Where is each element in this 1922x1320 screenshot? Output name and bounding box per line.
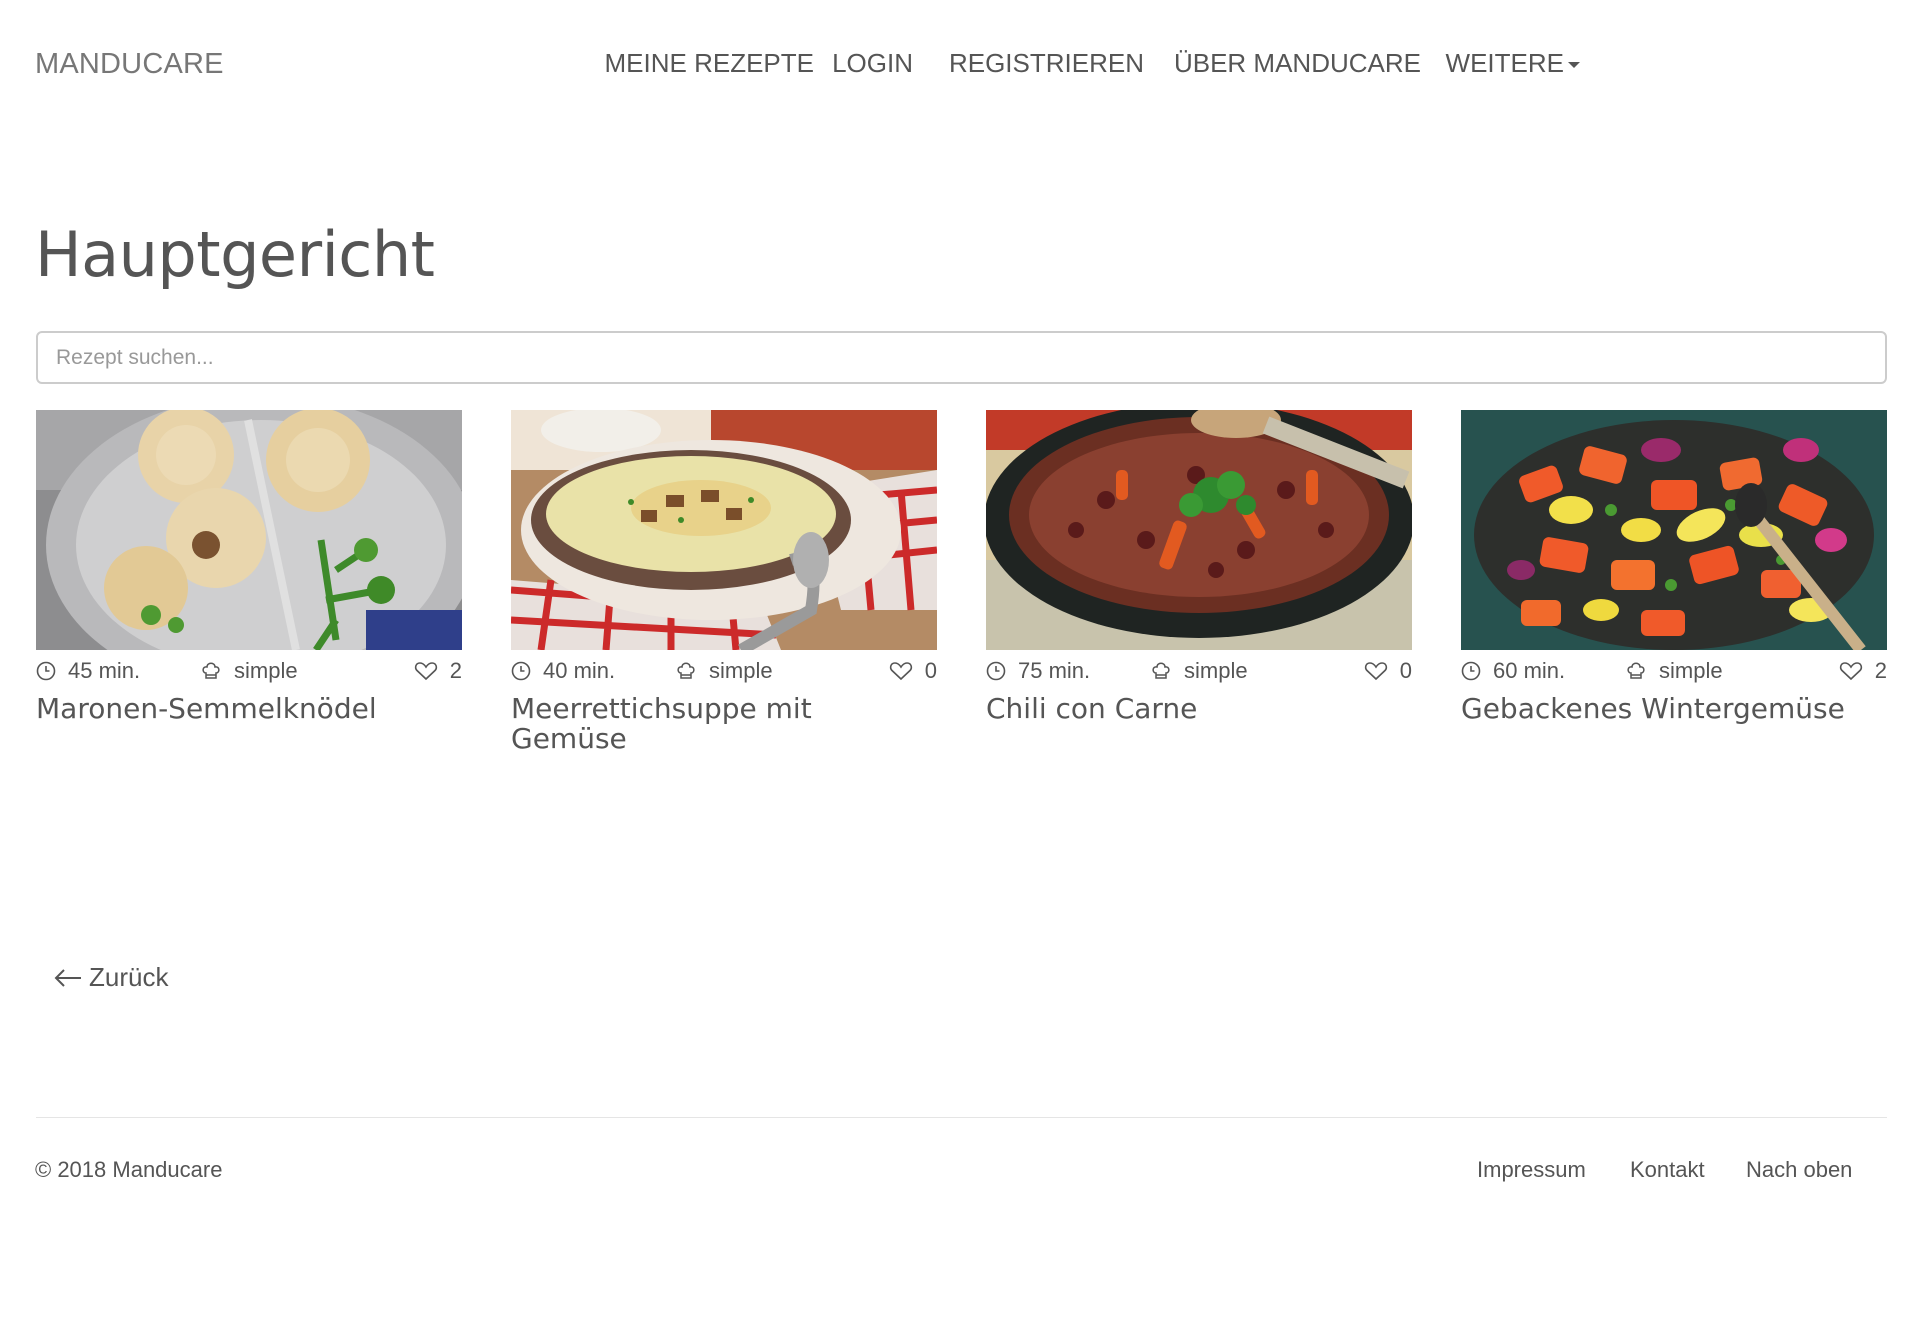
prep-time: 40 min.: [543, 658, 616, 683]
caret-down-icon: [1568, 62, 1580, 69]
recipe-meta: 40 min. simple 0: [511, 658, 937, 692]
like-count: 0: [1399, 658, 1412, 683]
difficulty: simple: [234, 658, 298, 683]
page-title: Hauptgericht: [35, 218, 435, 291]
back-link[interactable]: Zurück: [53, 962, 168, 993]
prep-time: 60 min.: [1493, 658, 1566, 683]
nav-my-recipes[interactable]: MEINE REZEPTE: [605, 48, 814, 79]
recipe-image-chili[interactable]: [986, 410, 1412, 650]
clock-icon: [1461, 661, 1481, 681]
recipe-title[interactable]: Maronen-Semmelknödel: [36, 694, 456, 724]
difficulty: simple: [709, 658, 773, 683]
recipe-meta: 60 min. simple 2: [1461, 658, 1887, 692]
chef-hat-icon: [202, 662, 220, 679]
back-label: Zurück: [89, 962, 169, 992]
recipe-meta: 45 min. simple 2: [36, 658, 462, 692]
footer-link-back-to-top[interactable]: Nach oben: [1746, 1157, 1852, 1183]
recipe-card[interactable]: 60 min. simple 2 Gebackenes Wintergemüse: [1461, 410, 1887, 724]
recipe-title[interactable]: Meerrettichsuppe mit Gemüse: [511, 694, 931, 754]
heart-icon[interactable]: [1364, 661, 1388, 681]
prep-time: 45 min.: [68, 658, 141, 683]
difficulty: simple: [1184, 658, 1248, 683]
nav-about[interactable]: ÜBER MANDUCARE: [1174, 48, 1421, 79]
footer-divider: [36, 1117, 1887, 1118]
recipe-image-dumplings[interactable]: [36, 410, 462, 650]
prep-time: 75 min.: [1018, 658, 1091, 683]
recipe-title[interactable]: Gebackenes Wintergemüse: [1461, 694, 1881, 724]
like-count: 0: [924, 658, 937, 683]
nav-more-dropdown[interactable]: WEITERE: [1446, 48, 1580, 79]
difficulty: simple: [1659, 658, 1723, 683]
copyright: © 2018 Manducare: [35, 1157, 223, 1182]
footer-link-impressum[interactable]: Impressum: [1477, 1157, 1586, 1183]
heart-icon[interactable]: [1839, 661, 1863, 681]
footer-link-kontakt[interactable]: Kontakt: [1630, 1157, 1705, 1183]
chef-hat-icon: [1152, 662, 1170, 679]
brand-logo[interactable]: MANDUCARE: [35, 48, 224, 81]
nav-register[interactable]: REGISTRIEREN: [949, 48, 1144, 79]
recipe-search-input[interactable]: [36, 331, 1887, 384]
like-count: 2: [449, 658, 462, 683]
recipe-title[interactable]: Chili con Carne: [986, 694, 1406, 724]
recipe-card[interactable]: 45 min. simple 2 Maronen-Semmelknödel: [36, 410, 462, 724]
recipe-card[interactable]: 40 min. simple 0 Meerrettichsuppe mit Ge…: [511, 410, 937, 754]
clock-icon: [986, 661, 1006, 681]
chef-hat-icon: [1627, 662, 1645, 679]
nav-login[interactable]: LOGIN: [832, 48, 913, 79]
nav-more-label: WEITERE: [1445, 48, 1564, 78]
heart-icon[interactable]: [414, 661, 438, 681]
recipe-image-roasted-vegetables[interactable]: [1461, 410, 1887, 650]
chef-hat-icon: [677, 662, 695, 679]
clock-icon: [36, 661, 56, 681]
recipe-card[interactable]: 75 min. simple 0 Chili con Carne: [986, 410, 1412, 724]
clock-icon: [511, 661, 531, 681]
recipe-image-soup[interactable]: [511, 410, 937, 650]
heart-icon[interactable]: [889, 661, 913, 681]
recipe-meta: 75 min. simple 0: [986, 658, 1412, 692]
arrow-left-icon: [54, 968, 81, 987]
like-count: 2: [1874, 658, 1887, 683]
